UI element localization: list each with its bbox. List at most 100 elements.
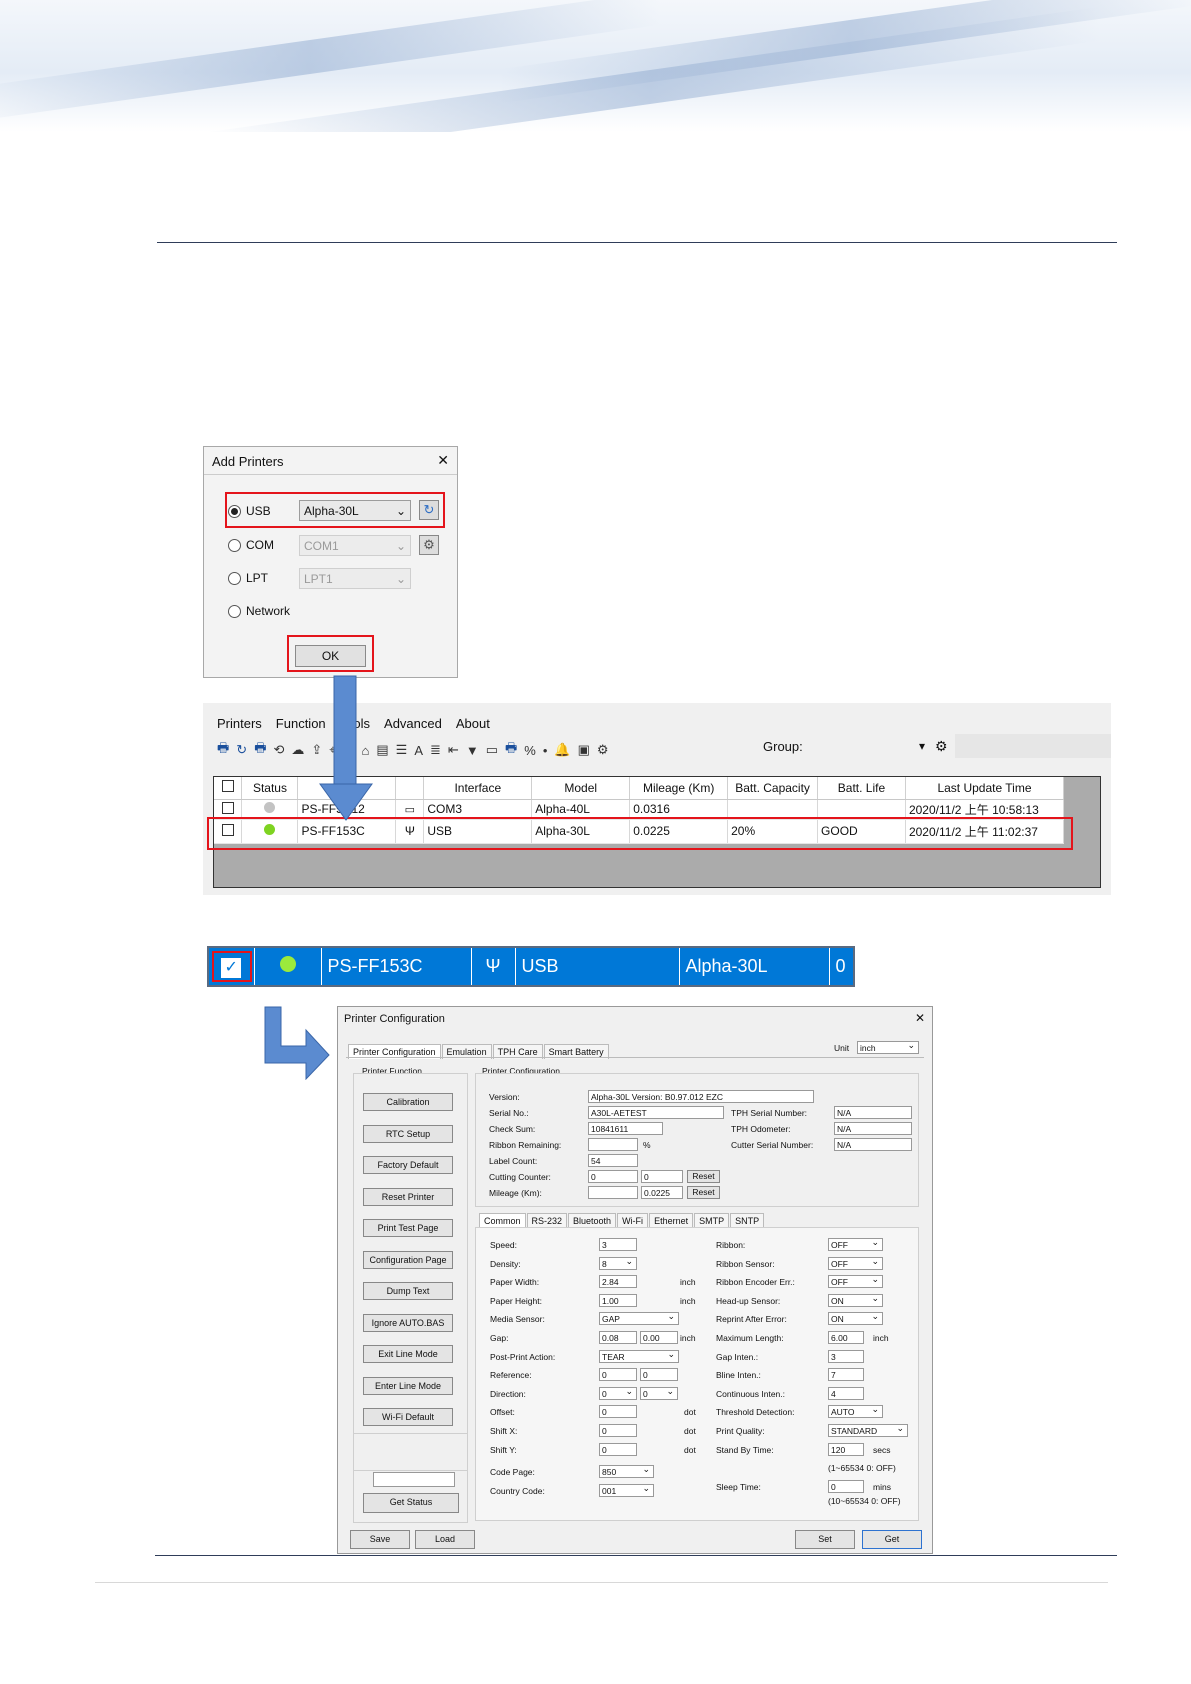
unit-select[interactable]: inch (857, 1041, 919, 1054)
setting-field[interactable]: ON (828, 1293, 883, 1307)
setting-field[interactable]: 3 (828, 1349, 864, 1363)
col-status[interactable]: Status (241, 777, 299, 800)
col-life[interactable]: Batt. Life (817, 777, 906, 800)
tab-wifi[interactable]: Wi-Fi (617, 1213, 649, 1228)
get-button[interactable]: Get (862, 1530, 922, 1549)
setting-field[interactable]: 7 (828, 1368, 864, 1382)
col-model[interactable]: Model (531, 777, 631, 800)
menu-printers[interactable]: Printers (217, 716, 262, 731)
setting-field-2[interactable]: 0 (640, 1368, 678, 1382)
setting-field[interactable]: 0 (599, 1386, 637, 1400)
tab-ethernet[interactable]: Ethernet (649, 1213, 694, 1228)
reset-mileage-button[interactable]: Reset (687, 1186, 720, 1199)
print-icon[interactable]: 🖶 (217, 739, 229, 761)
setting-field[interactable]: 1.00 (599, 1293, 637, 1307)
setting-field[interactable]: 8 (599, 1256, 637, 1270)
printer-icon[interactable]: 🖶 (254, 739, 266, 761)
com-select[interactable]: COM1 ⌄ (299, 535, 411, 556)
setting-field[interactable]: 3 (599, 1238, 637, 1251)
setting-field[interactable]: OFF (828, 1275, 883, 1289)
gear-icon[interactable]: ⚙ (419, 535, 439, 555)
settings-icon[interactable]: ⚙ (597, 742, 609, 758)
setting-field[interactable]: 0.08 (599, 1331, 637, 1344)
dot-icon[interactable]: • (543, 743, 548, 758)
selected-row[interactable]: ✓ PS-FF153C Ψ USB Alpha-30L 0 (207, 946, 855, 987)
setting-field[interactable]: 120 (828, 1442, 864, 1456)
dump-text-button[interactable]: Dump Text (363, 1282, 453, 1300)
undo-icon[interactable]: ⟲ (273, 742, 284, 758)
enter-line-mode-button[interactable]: Enter Line Mode (363, 1376, 453, 1395)
setting-field[interactable]: 2.84 (599, 1275, 637, 1289)
sleep-field[interactable]: 0 (828, 1480, 864, 1493)
bell-icon[interactable]: 🔔 (554, 742, 570, 758)
cloud-icon[interactable]: ☁ (291, 742, 304, 758)
close-icon[interactable]: ✕ (437, 452, 449, 469)
get-status-button[interactable]: Get Status (363, 1493, 459, 1513)
terminal-icon[interactable]: ▭ (486, 742, 498, 758)
align-icon[interactable]: ≣ (430, 742, 441, 758)
com-radio[interactable]: COM (228, 538, 274, 552)
status-field[interactable] (373, 1472, 455, 1487)
reset-cutting-button[interactable]: Reset (687, 1170, 720, 1183)
setting-field[interactable]: 4 (828, 1386, 864, 1400)
tab-sntp[interactable]: SNTP (730, 1213, 765, 1228)
gear-icon[interactable]: ⚙ (935, 738, 948, 755)
network-radio[interactable]: Network (228, 604, 290, 618)
rtc-setup-button[interactable]: RTC Setup (363, 1124, 453, 1143)
set-button[interactable]: Set (795, 1530, 855, 1549)
exit-line-mode-button[interactable]: Exit Line Mode (363, 1345, 453, 1363)
setting-field[interactable]: TEAR (599, 1349, 679, 1363)
load-button[interactable]: Load (415, 1530, 475, 1549)
setting-field[interactable]: OFF (828, 1238, 883, 1251)
tab-rs232[interactable]: RS-232 (526, 1213, 568, 1228)
font-icon[interactable]: A (414, 743, 423, 758)
menu-about[interactable]: About (456, 716, 490, 731)
reset-printer-button[interactable]: Reset Printer (363, 1187, 453, 1206)
setting-field[interactable]: ON (828, 1312, 883, 1326)
setting-field[interactable]: GAP (599, 1312, 679, 1326)
col-mileage[interactable]: Mileage (Km) (629, 777, 729, 800)
col-interface[interactable]: Interface (423, 777, 533, 800)
close-icon[interactable]: ✕ (915, 1011, 925, 1025)
print-test-page-button[interactable]: Print Test Page (363, 1219, 453, 1237)
printer-blue-icon[interactable]: 🖶 (505, 739, 517, 761)
calibration-button[interactable]: Calibration (363, 1093, 453, 1111)
setting-field[interactable]: 6.00 (828, 1331, 864, 1344)
refresh-icon[interactable]: ↻ (236, 742, 247, 758)
list-icon[interactable]: ☰ (396, 742, 408, 758)
save-button[interactable]: Save (350, 1530, 410, 1549)
setting-field[interactable]: STANDARD (828, 1424, 908, 1437)
setting-field-2[interactable]: 0.00 (640, 1331, 678, 1344)
setting-field[interactable]: 0 (599, 1405, 637, 1419)
setting-field[interactable]: 0 (599, 1442, 637, 1456)
menu-advanced[interactable]: Advanced (384, 716, 442, 731)
col-capacity[interactable]: Batt. Capacity (727, 777, 819, 800)
lpt-radio[interactable]: LPT (228, 571, 268, 585)
tab-bluetooth[interactable]: Bluetooth (568, 1213, 617, 1228)
factory-default-button[interactable]: Factory Default (363, 1156, 453, 1174)
percent-icon[interactable]: % (524, 743, 536, 758)
setting-field[interactable]: 001 (599, 1483, 654, 1497)
tab-common[interactable]: Common (479, 1213, 526, 1228)
setting-field[interactable]: 0 (599, 1368, 637, 1382)
configuration-page-button[interactable]: Configuration Page (363, 1250, 453, 1269)
ignore-autobas-button[interactable]: Ignore AUTO.BAS (363, 1313, 453, 1332)
wifi-default-button[interactable]: Wi-Fi Default (363, 1408, 453, 1426)
row-checkbox[interactable] (221, 801, 234, 814)
serial-label: Serial No.: (489, 1108, 529, 1118)
document-icon[interactable]: ▤ (376, 742, 388, 758)
select-all-checkbox[interactable] (221, 780, 234, 793)
cutting-label: Cutting Counter: (489, 1172, 551, 1182)
indent-icon[interactable]: ⇤ (448, 742, 459, 758)
group-dropdown-icon[interactable]: ▾ (919, 739, 925, 753)
setting-field-2[interactable]: 0 (640, 1386, 678, 1400)
col-time[interactable]: Last Update Time (905, 777, 1065, 800)
setting-field[interactable]: 850 (599, 1465, 654, 1479)
setting-field[interactable]: AUTO (828, 1405, 883, 1419)
screen-icon[interactable]: ▣ (578, 742, 590, 758)
tab-smtp[interactable]: SMTP (694, 1213, 730, 1228)
wifi-icon[interactable]: ▼ (466, 743, 479, 758)
setting-field[interactable]: OFF (828, 1256, 883, 1270)
lpt-select[interactable]: LPT1 ⌄ (299, 568, 411, 589)
setting-field[interactable]: 0 (599, 1424, 637, 1437)
